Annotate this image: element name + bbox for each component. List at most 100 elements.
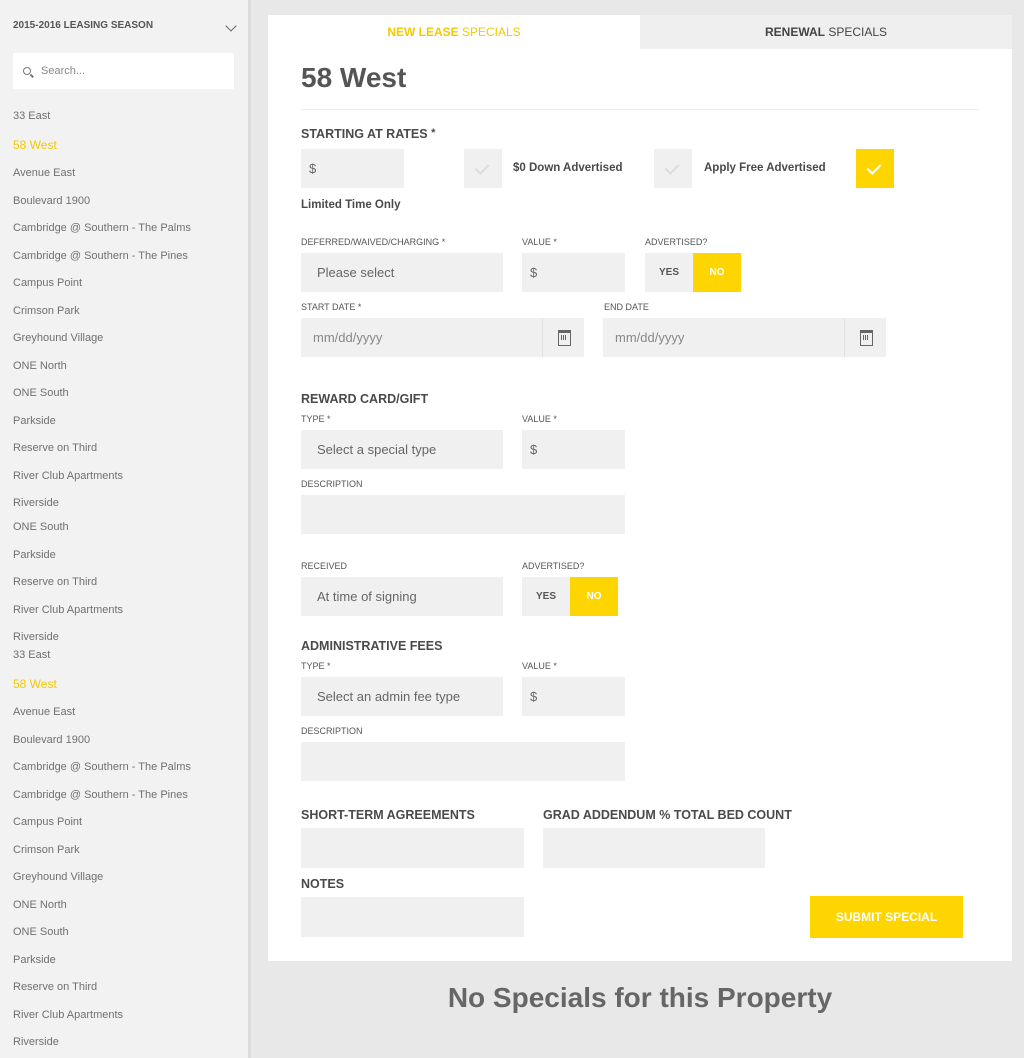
short-term-input[interactable] [301,828,524,868]
limited-time-label: Limited Time Only [301,199,401,211]
sidebar-item[interactable]: 33 East [13,110,50,122]
reward-amount-input[interactable]: $ [522,430,625,469]
tab-renew-rest: SPECIALS [824,25,888,39]
search-icon [23,67,31,75]
sidebar-item[interactable]: Cambridge @ Southern - The Palms [13,222,191,234]
required-star: * [441,237,446,247]
reward-type-label: TYPE * [301,414,331,424]
apply-free-label: Apply Free Advertised [704,162,826,174]
admin-type-label-text: TYPE [301,661,325,671]
admin-description-label: DESCRIPTION [301,726,363,736]
admin-value-label-text: VALUE [522,661,551,671]
deferred-amount-input[interactable]: $ [522,253,625,292]
advertised-no-button[interactable]: NO [570,577,618,616]
tab-new-lease-specials[interactable]: NEW LEASE SPECIALS [268,15,640,49]
sidebar-item[interactable]: 33 East [13,649,50,661]
sidebar-item[interactable]: Crimson Park [13,305,80,317]
sidebar-item[interactable]: Riverside [13,1036,59,1048]
reward-advertised-label: ADVERTISED? [522,561,585,571]
calendar-icon[interactable] [844,318,886,357]
limited-time-checkbox[interactable] [856,149,894,188]
received-select[interactable]: At time of signing [301,577,503,616]
reward-heading: REWARD CARD/GIFT [301,392,429,406]
reward-advertised-toggle: YES NO [522,577,618,616]
reward-value-label: VALUE * [522,414,557,424]
chevron-down-icon[interactable] [225,20,237,32]
deferred-select[interactable]: Please select [301,253,503,292]
search-input[interactable] [41,53,229,89]
sidebar-item[interactable]: ONE South [13,926,69,938]
sidebar-item[interactable]: River Club Apartments [13,604,123,616]
notes-input[interactable] [301,897,524,937]
end-date-input[interactable]: mm/dd/yyyy [603,318,886,357]
start-date-input[interactable]: mm/dd/yyyy [301,318,584,357]
deferred-advertised-toggle: YES NO [645,253,741,292]
sidebar-item[interactable]: Avenue East [13,167,75,179]
received-label: RECEIVED [301,561,348,571]
sidebar-item[interactable]: Boulevard 1900 [13,734,90,746]
required-star: * [553,237,557,247]
submit-special-button[interactable]: SUBMIT SPECIAL [810,896,963,938]
sidebar-item[interactable]: Crimson Park [13,844,80,856]
sidebar-item[interactable]: ONE North [13,360,67,372]
special-form-card: NEW LEASE SPECIALS RENEWAL SPECIALS 58 W… [268,15,1012,961]
sidebar-item[interactable]: Cambridge @ Southern - The Pines [13,250,188,262]
sidebar-item[interactable]: Parkside [13,954,56,966]
start-date-label-text: START DATE [301,302,356,312]
sidebar-item[interactable]: Avenue East [13,706,75,718]
end-date-label: END DATE [604,302,649,312]
sidebar-item[interactable]: ONE North [13,899,67,911]
admin-type-label: TYPE * [301,661,331,671]
season-selector[interactable]: 2015-2016 LEASING SEASON [13,20,237,36]
season-label: 2015-2016 LEASING SEASON [13,20,154,31]
deferred-label: DEFERRED/WAIVED/CHARGING * [301,237,445,247]
calendar-icon[interactable] [542,318,584,357]
starting-rates-heading-text: STARTING AT RATES [301,127,428,141]
grad-addendum-input[interactable] [543,828,765,868]
advertised-no-button[interactable]: NO [693,253,741,292]
admin-description-input[interactable] [301,742,625,781]
sidebar-item[interactable]: River Club Apartments [13,470,123,482]
tab-renewal-specials[interactable]: RENEWAL SPECIALS [640,15,1012,49]
page-title: 58 West [301,62,407,93]
sidebar-item[interactable]: Campus Point [13,816,82,828]
sidebar-item[interactable]: Greyhound Village [13,871,103,883]
advertised-yes-button[interactable]: YES [522,577,570,616]
search-box [13,53,234,89]
active-indicator [249,670,251,700]
sidebar-item[interactable]: Boulevard 1900 [13,195,90,207]
sidebar-item[interactable]: Riverside [13,497,59,509]
admin-amount-input[interactable]: $ [522,677,625,716]
apply-free-checkbox[interactable] [654,149,692,188]
sidebar-item[interactable]: Reserve on Third [13,981,97,993]
sidebar-item[interactable]: Campus Point [13,277,82,289]
end-date-placeholder: mm/dd/yyyy [615,330,685,345]
sidebar-item[interactable]: Reserve on Third [13,442,97,454]
advertised-yes-button[interactable]: YES [645,253,693,292]
reward-type-select[interactable]: Select a special type [301,430,503,469]
sidebar-item[interactable]: Cambridge @ Southern - The Palms [13,761,191,773]
tab-renew-bold: RENEWAL [764,25,825,39]
sidebar-item[interactable]: 58 West [13,677,57,691]
sidebar-item[interactable]: Cambridge @ Southern - The Pines [13,789,188,801]
sidebar-item[interactable]: River Club Apartments [13,1009,123,1021]
zero-down-checkbox[interactable] [464,149,502,188]
start-date-label: START DATE * [301,302,361,312]
sidebar-item[interactable]: Parkside [13,549,56,561]
reward-value-label-text: VALUE [522,414,551,424]
sidebar-item[interactable]: Greyhound Village [13,332,103,344]
sidebar-item[interactable]: Parkside [13,415,56,427]
admin-type-select[interactable]: Select an admin fee type [301,677,503,716]
admin-fees-heading: ADMINISTRATIVE FEES [301,639,443,653]
reward-description-input[interactable] [301,495,625,534]
sidebar-item[interactable]: ONE South [13,521,69,533]
sidebar: 2015-2016 LEASING SEASON 33 East 58 West A… [0,0,251,1058]
sidebar-item[interactable]: Reserve on Third [13,576,97,588]
active-indicator [249,131,251,161]
required-star: * [553,414,557,424]
sidebar-item[interactable]: ONE South [13,387,69,399]
sidebar-item[interactable]: 58 West [13,138,57,152]
sidebar-item[interactable]: Riverside [13,631,59,643]
starting-rate-input[interactable]: $ [301,149,404,188]
empty-state-message: No Specials for this Property [447,982,833,1013]
